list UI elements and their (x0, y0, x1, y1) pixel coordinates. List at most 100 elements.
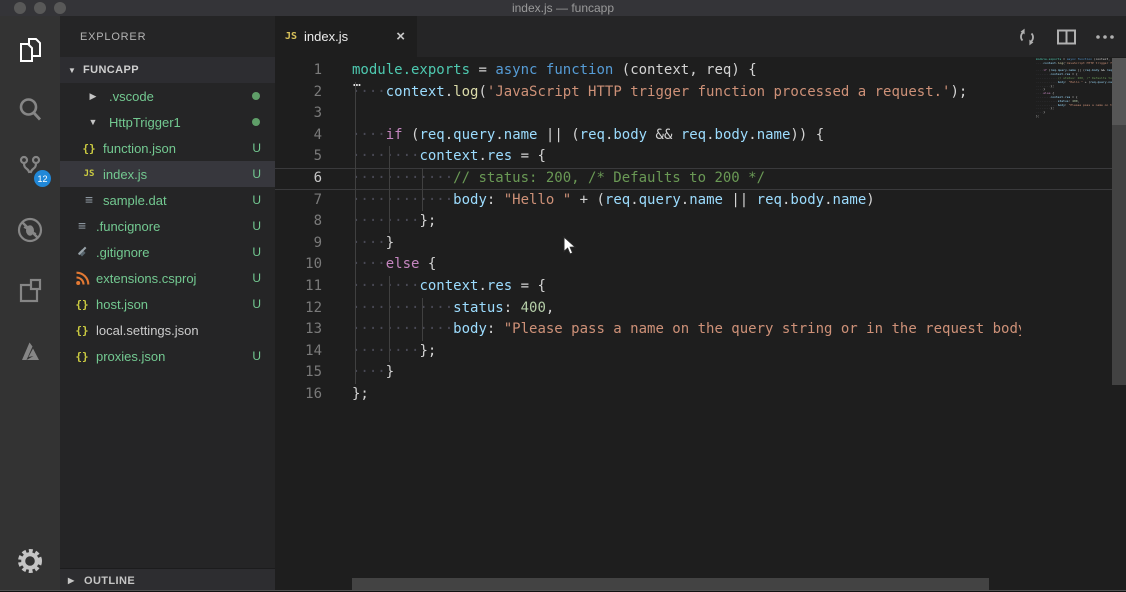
tab-bar: JS index.js × (275, 16, 1126, 57)
code-line-15[interactable]: 15 ····} (275, 362, 1021, 384)
file-label: extensions.csproj (96, 270, 197, 286)
code-token: ···· (352, 83, 386, 100)
section-header-funcapp[interactable]: ▼ FUNCAPP (60, 57, 275, 83)
file-label: index.js (103, 166, 148, 182)
code-token: req (419, 126, 445, 143)
code-line-8[interactable]: 8 ········}; (275, 211, 1021, 233)
line-content: ········}; (352, 340, 436, 363)
line-content: ····else { (352, 254, 436, 276)
file-row-.gitignore[interactable]: ◆ .gitignore U (60, 239, 275, 265)
file-row-HttpTrigger1[interactable]: ▼ HttpTrigger1 (60, 109, 275, 135)
code-token: . (495, 126, 504, 143)
file-row-.funcignore[interactable]: ≡ .funcignore U (60, 213, 275, 239)
tab-index-js[interactable]: JS index.js × (275, 16, 417, 57)
line-number: 12 (305, 299, 322, 316)
sync-changes-icon[interactable] (1016, 27, 1038, 47)
code-token: req (756, 191, 782, 208)
file-row-.vscode[interactable]: ▶ .vscode (60, 83, 275, 109)
code-line-4[interactable]: 4 ····if (req.query.name || (req.body && … (275, 124, 1021, 147)
line-content: ············// status: 200, /* Defaults … (352, 167, 765, 190)
file-icon: ≡ (85, 192, 93, 208)
code-line-5[interactable]: 5 ········context.res = { (275, 146, 1021, 168)
code-token: ············ (352, 299, 454, 316)
code-line-6[interactable]: 6 ············// status: 200, /* Defaults… (275, 167, 1021, 190)
code-line-12[interactable]: 12 ············status: 400, (275, 297, 1021, 320)
file-row-index.js[interactable]: JS index.js U (60, 161, 275, 187)
code-line-7[interactable]: 7 ············body: "Hello " + (req.query… (275, 189, 1021, 212)
explorer-activity-icon[interactable] (16, 36, 44, 64)
split-editor-icon[interactable] (1055, 27, 1077, 47)
code-line-14[interactable]: 14 ········}; (275, 340, 1021, 363)
code-token: 'JavaScript HTTP trigger function proces… (486, 83, 951, 100)
code-line-3[interactable]: 3 (275, 103, 1021, 125)
git-status-badge: U (252, 219, 261, 233)
azure-activity-icon[interactable] (16, 338, 44, 366)
code-token: query (453, 126, 496, 143)
code-token: ············ (352, 191, 454, 208)
vertical-scrollbar[interactable] (1112, 57, 1126, 592)
search-activity-icon[interactable] (16, 95, 44, 123)
file-label: host.json (96, 296, 149, 312)
close-window-button[interactable] (14, 2, 26, 14)
code-line-16[interactable]: 16}; (275, 384, 1021, 406)
source-control-activity-icon[interactable]: 12 (16, 153, 51, 187)
file-row-sample.dat[interactable]: ≡ sample.dat U (60, 187, 275, 213)
line-number: 13 (305, 321, 322, 338)
code-token: if (385, 126, 403, 143)
csproj-icon (73, 271, 91, 286)
close-tab-icon[interactable]: × (394, 28, 407, 45)
line-content: ············body: "Please pass a name on… (352, 319, 1021, 341)
explorer-sidebar: EXPLORER ▼ FUNCAPP ▶ .vscode ▼ HttpTrigger1… (60, 16, 275, 592)
code-token: : (503, 299, 521, 316)
code-token: )) { (790, 126, 825, 143)
zoom-window-button[interactable] (54, 2, 66, 14)
code-token: body (714, 126, 749, 143)
code-editor[interactable]: 1 module.exports = async function (contex… (275, 57, 1126, 592)
code-token: (context, req) { (613, 62, 757, 78)
code-area[interactable]: 1 module.exports = async function (contex… (275, 60, 1021, 406)
code-token: body (453, 321, 487, 338)
line-number: 6 (313, 169, 322, 186)
file-row-extensions.csproj[interactable]: extensions.csproj U (60, 265, 275, 291)
json-icon: {} (75, 323, 89, 337)
file-label: sample.dat (103, 192, 167, 208)
file-row-function.json[interactable]: {} function.json U (60, 135, 275, 161)
code-token: . (630, 191, 639, 208)
code-token: . (478, 277, 487, 294)
code-line-11[interactable]: 11 ········context.res = { (275, 275, 1021, 298)
code-token: || (722, 191, 757, 208)
code-token: }; (1036, 113, 1040, 118)
code-token: ); (950, 83, 968, 100)
code-token: "Please pass a name on the query string … (503, 321, 1021, 338)
title-bar: index.js — funcapp (0, 0, 1126, 16)
git-status-badge: U (252, 349, 261, 363)
code-token: ········ (352, 213, 420, 230)
code-token: body (453, 191, 487, 208)
more-actions-icon[interactable] (1094, 27, 1116, 47)
debug-activity-icon[interactable] (16, 216, 44, 244)
code-token: req (604, 191, 631, 208)
code-line-13[interactable]: 13 ············body: "Please pass a name … (275, 319, 1021, 341)
line-content: ····if (req.query.name || (req.body && r… (352, 124, 825, 147)
vertical-scrollbar-thumb[interactable] (1112, 58, 1126, 125)
minimap[interactable]: 1module.exports = async function (contex… (1036, 58, 1112, 122)
line-number: 15 (305, 364, 322, 381)
code-line-1[interactable]: 1 module.exports = async function (contex… (275, 60, 1021, 90)
outline-section-header[interactable]: ▶ OUTLINE (60, 568, 275, 592)
file-row-local.settings.json[interactable]: {} local.settings.json (60, 317, 275, 343)
settings-activity-icon[interactable] (16, 547, 44, 575)
minimize-window-button[interactable] (34, 2, 46, 14)
code-token: || ( (537, 126, 580, 143)
file-row-host.json[interactable]: {} host.json U (60, 291, 275, 317)
folder-twisty-icon: ▶ (89, 90, 97, 101)
code-line-2[interactable]: 2 ····context.log('JavaScript HTTP trigge… (275, 81, 1021, 104)
code-line-10[interactable]: 10 ····else { (275, 254, 1021, 276)
extensions-activity-icon[interactable] (16, 277, 44, 305)
line-number: 10 (305, 256, 322, 273)
js-icon: JS (83, 169, 95, 179)
code-line-9[interactable]: 9 ····} (275, 232, 1021, 255)
file-label: local.settings.json (96, 322, 199, 338)
horizontal-scrollbar-thumb[interactable] (352, 578, 989, 590)
code-token: . (478, 148, 487, 165)
file-row-proxies.json[interactable]: {} proxies.json U (60, 343, 275, 369)
